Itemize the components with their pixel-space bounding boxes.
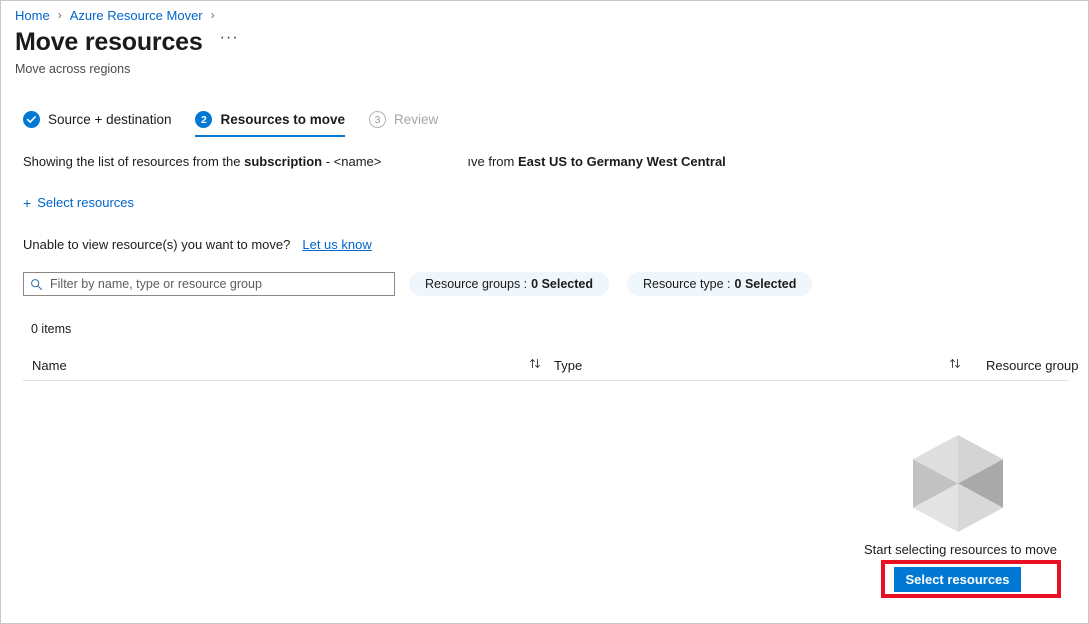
filter-pill-resource-groups[interactable]: Resource groups : 0 Selected <box>409 272 609 296</box>
select-resources-link-label: Select resources <box>37 195 135 210</box>
sort-icon[interactable] <box>528 356 544 372</box>
column-header-resource-group[interactable]: Resource group <box>986 353 1079 377</box>
filter-pill-label: Resource groups : <box>425 277 528 291</box>
wizard-step-source-destination[interactable]: Source + destination <box>23 111 171 137</box>
wizard-step-label: Resources to move <box>220 112 346 127</box>
column-header-type[interactable]: Type <box>554 353 582 377</box>
unable-to-view-row: Unable to view resource(s) you want to m… <box>23 237 372 252</box>
active-step-underline <box>195 135 346 137</box>
filter-pill-value: 0 Selected <box>531 277 593 291</box>
check-circle-icon <box>23 111 40 128</box>
wizard-step-review[interactable]: 3 Review <box>369 111 438 137</box>
filter-row: Resource groups : 0 Selected Resource ty… <box>23 272 813 296</box>
wizard-step-resources-to-move[interactable]: 2 Resources to move <box>195 111 346 137</box>
wizard-steps: Source + destination 2 Resources to move… <box>23 111 462 137</box>
empty-state-message: Start selecting resources to move <box>864 542 1057 557</box>
items-count: 0 items <box>31 322 72 336</box>
unable-to-view-text: Unable to view resource(s) you want to m… <box>23 237 291 252</box>
breadcrumb-item-home[interactable]: Home <box>15 8 50 23</box>
azure-portal-blade: Home › Azure Resource Mover › Move resou… <box>0 0 1089 624</box>
step-number-badge: 2 <box>195 111 213 128</box>
description-subscription-name: - <name> <box>322 154 382 169</box>
resources-table-header: Name Type Resource group <box>23 353 1079 381</box>
plus-icon: + <box>23 194 32 211</box>
title-row: Move resources ··· <box>15 27 239 57</box>
sort-icon[interactable] <box>948 356 964 372</box>
select-resources-button[interactable]: Select resources <box>894 567 1021 592</box>
breadcrumb-item-azure-resource-mover[interactable]: Azure Resource Mover <box>70 8 203 23</box>
filter-pill-resource-type[interactable]: Resource type : 0 Selected <box>626 272 813 296</box>
select-resources-link[interactable]: + Select resources <box>23 195 134 210</box>
page-subtitle: Move across regions <box>15 62 131 76</box>
empty-state-cube-icon <box>913 435 1003 532</box>
search-input[interactable] <box>50 277 388 291</box>
column-header-name[interactable]: Name <box>32 353 67 377</box>
more-options-icon[interactable]: ··· <box>220 30 239 53</box>
description-prefix: Showing the list of resources from the <box>23 154 245 169</box>
description-regions: East US to Germany West Central <box>517 154 726 169</box>
wizard-step-label: Review <box>394 112 439 127</box>
description-subscription: subscription <box>244 154 323 169</box>
breadcrumb: Home › Azure Resource Mover › <box>15 5 223 25</box>
search-box[interactable] <box>23 272 395 296</box>
let-us-know-link[interactable]: Let us know <box>302 237 371 252</box>
description-clipped: ıve from <box>467 154 518 169</box>
page-title: Move resources <box>15 28 203 56</box>
search-icon <box>30 278 43 291</box>
breadcrumb-chevron-icon: › <box>210 8 215 22</box>
step-number-badge: 3 <box>369 111 387 128</box>
breadcrumb-chevron-icon: › <box>57 8 62 22</box>
filter-pill-label: Resource type : <box>642 277 731 291</box>
filter-pill-value: 0 Selected <box>734 277 797 291</box>
wizard-step-label: Source + destination <box>48 112 172 127</box>
description-line: Showing the list of resources from the s… <box>23 154 726 169</box>
